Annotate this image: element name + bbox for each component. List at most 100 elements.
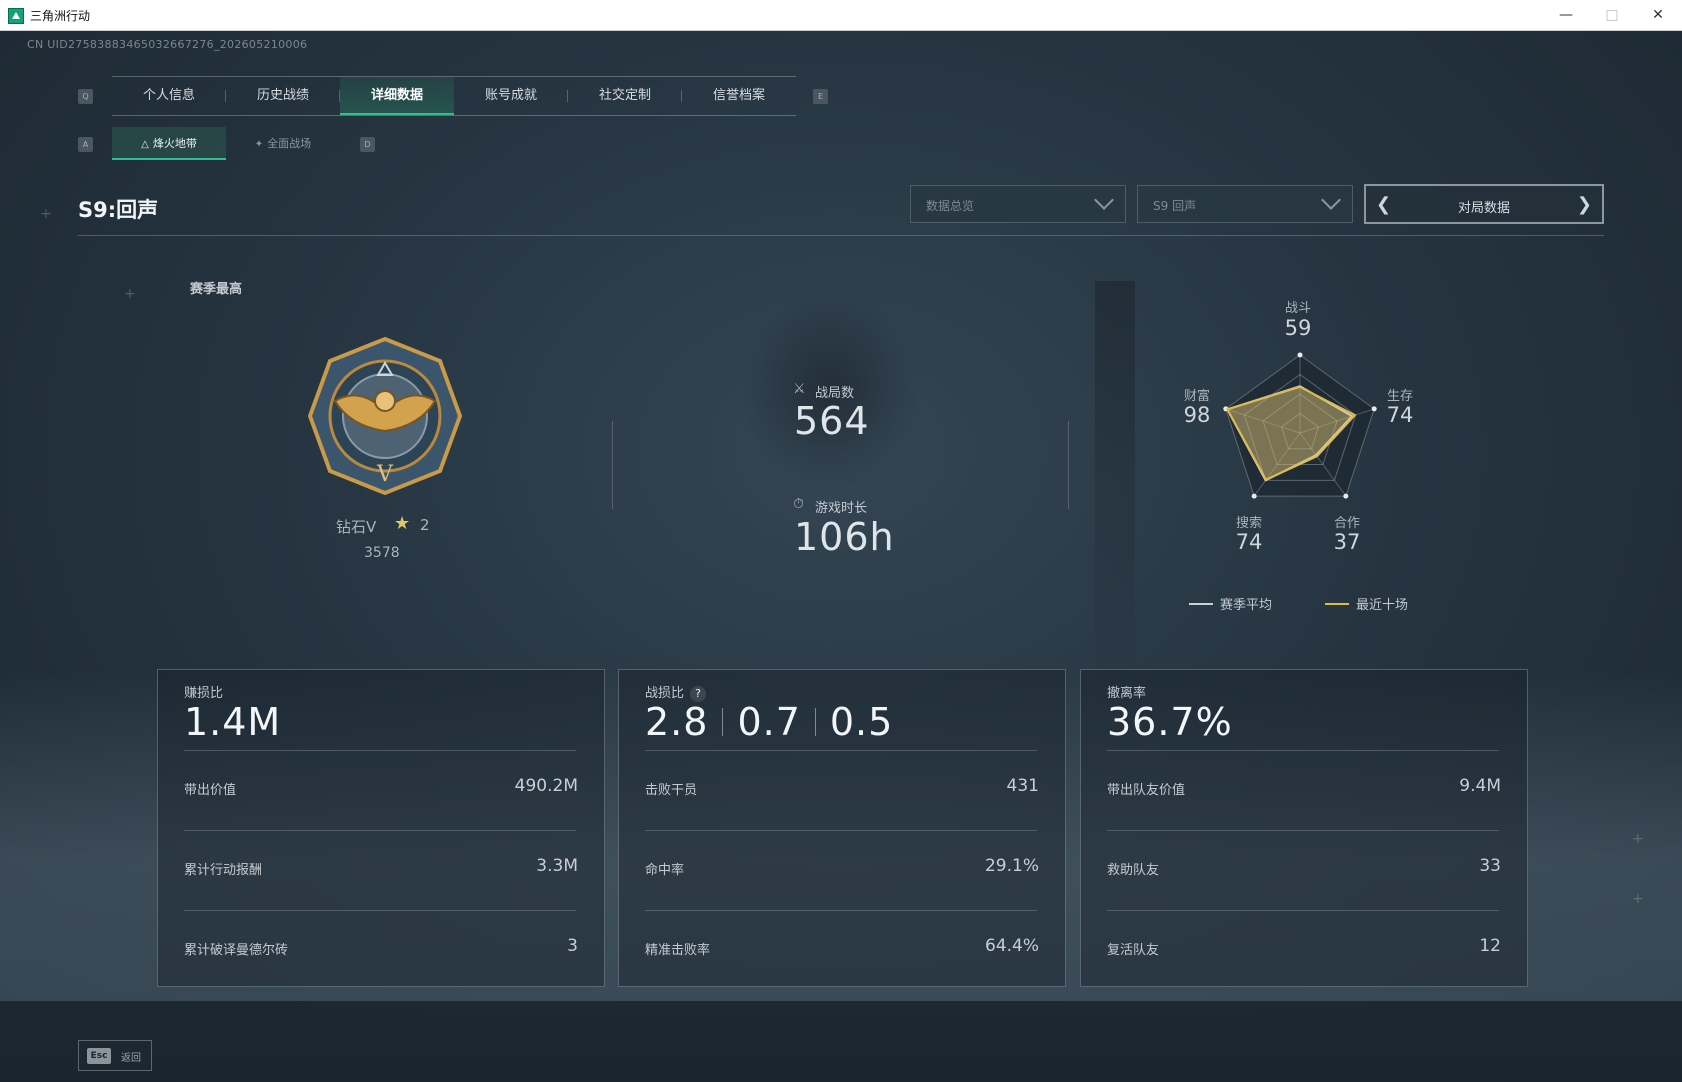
row-label: 救助队友 — [1107, 863, 1160, 878]
tab-mode-full-battlefield[interactable]: ✦ 全面战场 — [226, 127, 340, 160]
row-value: 490.2M — [514, 776, 578, 796]
bottom-bar — [0, 1001, 1682, 1082]
row-value: 3 — [567, 936, 578, 956]
close-button[interactable]: ✕ — [1648, 5, 1668, 25]
row-label: 击败干员 — [645, 783, 698, 798]
rank-star-icon: ★ — [394, 513, 411, 534]
stopwatch-icon: ⏱ — [793, 496, 804, 512]
card-big-value: 36.7% — [1107, 700, 1233, 744]
window-title: 三角洲行动 — [30, 9, 91, 23]
key-hint-e: E — [813, 89, 828, 104]
playtime-label: 游戏时长 — [815, 501, 868, 516]
legend-average-label: 赛季平均 — [1220, 598, 1273, 613]
tab-label: 个人信息 — [142, 88, 195, 103]
row-value: 29.1% — [984, 856, 1039, 876]
back-button[interactable]: Esc 返回 — [78, 1040, 152, 1071]
radar-label-combat: 战斗 — [1284, 301, 1311, 316]
key-hint-d: D — [360, 137, 375, 152]
svg-text:V: V — [376, 462, 394, 487]
kd-ratio-card: 战损比? 2.8 0.7 0.5 击败干员 431 命中率 29.1% 精准击败率 … — [618, 669, 1066, 987]
row-value: 431 — [1006, 776, 1039, 796]
crosshair-decoration: + — [40, 206, 52, 222]
card-title: 撤离率 — [1107, 686, 1147, 701]
row-value: 12 — [1479, 936, 1501, 956]
radar-value-combat: 59 — [1284, 316, 1312, 340]
section-divider — [612, 421, 613, 509]
card-title: 赚损比 — [184, 686, 224, 701]
tab-achievements[interactable]: 账号成就 — [454, 77, 568, 115]
card-big-values: 2.8 0.7 0.5 — [645, 700, 893, 744]
tab-social[interactable]: 社交定制 — [568, 77, 682, 115]
radar-label-search: 搜索 — [1235, 516, 1262, 531]
tab-detailed-data[interactable]: 详细数据 — [340, 77, 454, 115]
tab-mode-hazard-zone[interactable]: △ 烽火地带 — [112, 127, 226, 160]
legend-recent-swatch — [1325, 603, 1349, 605]
radar-label-survival: 生存 — [1386, 389, 1413, 404]
card-divider — [1107, 830, 1499, 831]
row-label: 带出价值 — [184, 783, 237, 798]
pager-label: 对局数据 — [1457, 201, 1510, 216]
radar-vertex-dot — [1343, 493, 1349, 499]
card-divider — [645, 910, 1037, 911]
rank-star-count: 2 — [420, 516, 430, 534]
match-data-pager: ❮ 对局数据 ❯ — [1364, 184, 1604, 224]
card-title: 战损比? — [645, 682, 707, 702]
season-high-label: 赛季最高 — [190, 282, 243, 297]
window-titlebar: 三角洲行动 — □ ✕ — [0, 0, 1682, 31]
legend-recent-label: 最近十场 — [1356, 598, 1409, 613]
radar-value-search: 74 — [1235, 530, 1263, 554]
tab-credit-record[interactable]: 信誉档案 — [682, 77, 796, 115]
hazard-zone-icon: △ — [141, 139, 149, 150]
esc-key-icon: Esc — [87, 1048, 111, 1064]
chevron-down-icon — [1321, 190, 1341, 210]
row-value: 64.4% — [984, 936, 1039, 956]
radar-vertex-dot — [1297, 352, 1303, 358]
row-value: 3.3M — [536, 856, 578, 876]
kd-value-1: 2.8 — [645, 700, 709, 744]
section-divider — [1068, 421, 1069, 509]
next-arrow-icon[interactable]: ❯ — [1577, 194, 1592, 215]
tab-personal-info[interactable]: 个人信息 — [112, 77, 226, 115]
card-big-value: 1.4M — [184, 700, 282, 744]
app-logo-icon — [8, 8, 24, 24]
season-selected: S9 回声 — [1153, 199, 1197, 213]
crosshair-decoration: + — [1632, 831, 1644, 847]
season-dropdown[interactable]: S9 回声 — [1137, 185, 1353, 223]
uid-text: CN UID275838834650326672​76_202605210006 — [27, 38, 308, 51]
row-label: 复活队友 — [1107, 943, 1160, 958]
crosshair-decoration: + — [124, 286, 136, 302]
subtab-label: 全面战场 — [267, 137, 312, 150]
data-view-dropdown[interactable]: 数据总览 — [910, 185, 1126, 223]
radar-label-wealth: 财富 — [1183, 389, 1210, 404]
card-title-text: 战损比 — [645, 686, 685, 701]
rank-name: 钻石V — [336, 518, 377, 536]
row-label: 带出队友价值 — [1107, 783, 1186, 798]
ability-radar-chart — [1223, 352, 1377, 499]
rank-badge-icon: V — [307, 336, 463, 496]
row-label: 精准击败率 — [645, 943, 711, 958]
header-divider — [78, 235, 1604, 236]
data-view-selected: 数据总览 — [926, 199, 975, 213]
matches-value: 564 — [794, 399, 870, 443]
radar-value-cooperation: 37 — [1333, 530, 1361, 554]
tab-label: 信誉档案 — [712, 88, 765, 103]
playtime-value: 106h — [794, 515, 895, 559]
mode-tabs: △ 烽火地带 ✦ 全面战场 — [112, 127, 340, 160]
tab-history[interactable]: 历史战绩 — [226, 77, 340, 115]
radar-vertex-dot — [1251, 493, 1257, 499]
card-divider — [1107, 910, 1499, 911]
card-divider — [1107, 750, 1499, 751]
game-screen: + + + + CN UID275838834650326672​76_2026… — [0, 31, 1682, 1082]
subtab-label: 烽火地带 — [152, 137, 197, 150]
row-value: 33 — [1479, 856, 1501, 876]
chevron-down-icon — [1094, 190, 1114, 210]
extraction-rate-card: 撤离率 36.7% 带出队友价值 9.4M 救助队友 33 复活队友 12 — [1080, 669, 1528, 987]
row-label: 累计破译曼德尔砖 — [184, 943, 289, 958]
background-tower — [1095, 281, 1135, 711]
maximize-button[interactable]: □ — [1602, 5, 1622, 25]
minimize-button[interactable]: — — [1556, 5, 1576, 25]
card-divider — [184, 750, 576, 751]
kd-value-2: 0.7 — [737, 700, 801, 744]
row-value: 9.4M — [1459, 776, 1501, 796]
tab-label: 详细数据 — [370, 88, 423, 103]
